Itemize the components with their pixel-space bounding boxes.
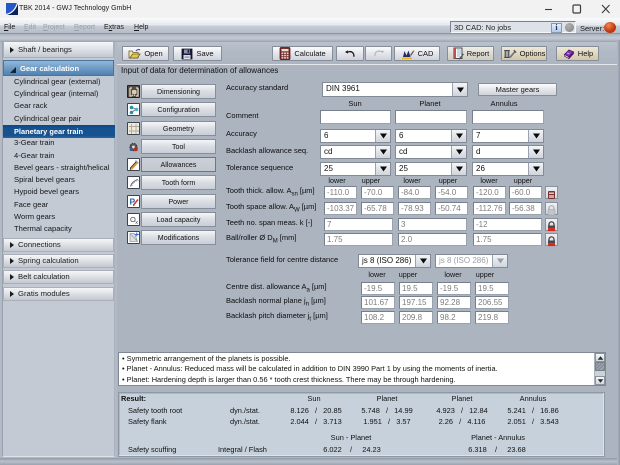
svg-text:x: x bbox=[135, 220, 138, 225]
svg-text:P: P bbox=[129, 197, 135, 207]
